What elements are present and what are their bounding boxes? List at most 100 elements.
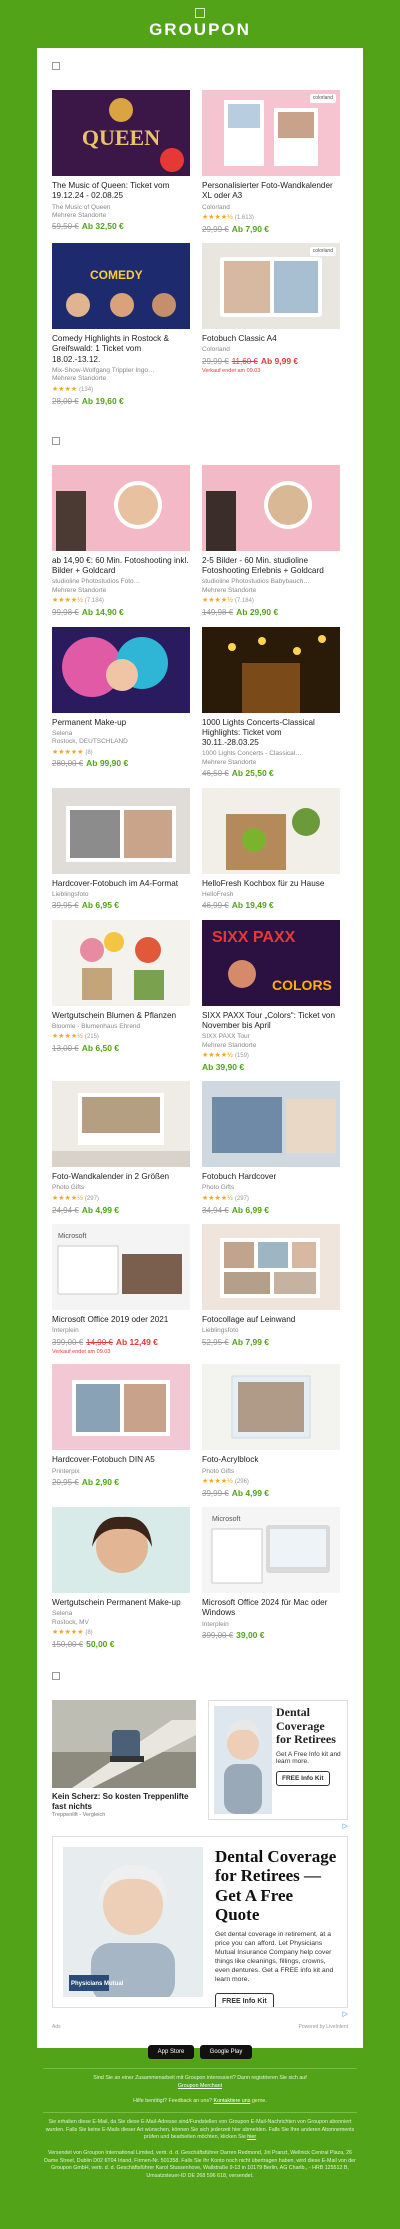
groupon-logo[interactable]: GROUPON (149, 20, 251, 40)
deal-title[interactable]: 1000 Lights Concerts-Classical Highlight… (202, 718, 340, 749)
deal-price-value: Ab 39,90 € (202, 1061, 245, 1072)
deal-card[interactable]: colorland Personalisierter Foto-Wandkalen… (202, 90, 340, 235)
deal-title[interactable]: ab 14,90 €: 60 Min. Fotoshooting inkl. B… (52, 556, 190, 577)
brand-header: GROUPON (0, 0, 400, 48)
stars-icon: ★★★★★ (52, 1629, 84, 1637)
deal-card[interactable]: Wertgutschein Permanent Make-up Selena Ros… (52, 1507, 190, 1650)
deal-card[interactable]: ab 14,90 €: 60 Min. Fotoshooting inkl. B… (52, 464, 190, 619)
deal-image[interactable]: Microsoft (202, 1507, 340, 1594)
original-price: 52,95 € (202, 1337, 229, 1347)
deal-image[interactable] (52, 1507, 190, 1594)
app-promo-title: Hol Dir die kostenlose Groupon-App! (111, 2028, 289, 2039)
deal-title[interactable]: Foto-Acrylblock (202, 1455, 340, 1465)
google-play-button[interactable]: Google Play (200, 2045, 252, 2059)
deal-image[interactable]: COMEDY (52, 243, 190, 330)
deal-image[interactable]: colorland (202, 243, 340, 330)
dental-ad-large-text: Get dental coverage in retirement, at a … (215, 1930, 334, 1984)
deal-title[interactable]: Personalisierter Foto-Wandkalender XL od… (202, 181, 340, 202)
deal-card[interactable]: Fotocollage auf Leinwand Lieblingsfoto 52,… (202, 1224, 340, 1356)
merchant-badge: colorland (309, 94, 336, 103)
deal-card[interactable]: Microsoft Microsoft Office 2024 für Mac o… (202, 1507, 340, 1650)
deal-image[interactable] (52, 787, 190, 874)
free-info-kit-large-button[interactable]: FREE Info Kit (215, 1992, 274, 2008)
deal-title[interactable]: Fotobuch Classic A4 (202, 334, 340, 344)
deal-price-value: Ab 19,49 € (231, 900, 274, 911)
deal-title[interactable]: Permanent Make-up (52, 718, 190, 728)
deal-card[interactable]: 1000 Lights Concerts-Classical Highlight… (202, 626, 340, 780)
deal-card[interactable]: QUEEN The Music of Queen: Ticket vom 19.1… (52, 90, 190, 235)
deal-title[interactable]: 2-5 Bilder - 60 Min. studioline Fotoshoo… (202, 556, 340, 577)
original-price: 20,95 € (52, 1477, 79, 1487)
merchant-question: Sind Sie an einer Zusammenarbeit mit Gro… (93, 2075, 307, 2081)
deal-image[interactable]: QUEEN (52, 90, 190, 176)
sale-ends-note: Verkauf endet am 09.03 (52, 1349, 111, 1356)
deal-title[interactable]: Foto-Wandkalender in 2 Größen (52, 1172, 190, 1182)
deal-image[interactable]: SIXX PAXX COLORS (202, 919, 340, 1006)
deal-card[interactable]: Wertgutschein Blumen & Pflanzen Bloomle -… (52, 919, 190, 1074)
deal-merchant: studioline Photostudios Babybauch… (202, 578, 310, 586)
dental-ad-small[interactable]: Dental Coverage for Retirees Get A Free … (208, 1700, 348, 1821)
deal-card[interactable]: Microsoft Microsoft Office 2019 oder 2021… (52, 1224, 190, 1356)
deal-image[interactable] (202, 464, 340, 551)
groupon-merchant-link[interactable]: Groupon Merchant (178, 2083, 222, 2089)
deal-image[interactable] (202, 1364, 340, 1451)
deal-card[interactable]: Fotobuch Hardcover Photo Gifts ★★★★½ (297)… (202, 1081, 340, 1216)
free-info-kit-button[interactable]: FREE Info Kit (276, 1771, 330, 1786)
deal-card[interactable]: Foto-Acrylblock Photo Gifts ★★★★½ (296) 39,… (202, 1364, 340, 1499)
deal-card[interactable]: SIXX PAXX COLORS SIXX PAXX Tour „Colors“: … (202, 919, 340, 1074)
legal-text: Sie erhalten diese E-Mail, da Sie diese … (45, 2119, 355, 2141)
deal-merchant: HelloFresh (202, 890, 234, 898)
deal-card[interactable]: colorland Fotobuch Classic A4 Colorland 29,… (202, 243, 340, 407)
deal-title[interactable]: HelloFresh Kochbox für zu Hause (202, 879, 340, 889)
dental-ad-small-title: Dental Coverage for Retirees (276, 1705, 336, 1746)
deal-image[interactable] (202, 787, 340, 874)
deal-card[interactable]: HelloFresh Kochbox für zu Hause HelloFres… (202, 787, 340, 912)
deal-title[interactable]: Hardcover-Fotobuch im A4-Format (52, 879, 190, 889)
deal-title[interactable]: Wertgutschein Blumen & Pflanzen (52, 1011, 190, 1021)
deal-price: 280,00 € Ab 99,90 € (52, 758, 190, 769)
deal-card[interactable]: Hardcover-Fotobuch im A4-Format Lieblings… (52, 787, 190, 912)
deal-price-value: 39,00 € (236, 1630, 265, 1641)
deal-image[interactable] (52, 626, 190, 713)
unsubscribe-link[interactable]: hier (247, 2134, 256, 2140)
stairlift-ad[interactable]: Kein Scherz: So kosten Treppenlifte fast… (52, 1700, 196, 1820)
deal-image[interactable] (202, 626, 340, 713)
deal-title[interactable]: Comedy Highlights in Rostock & Greifswal… (52, 334, 190, 365)
deal-image[interactable] (52, 464, 190, 551)
adchoices-icon[interactable]: ▷ (52, 1822, 348, 1830)
deal-card[interactable]: Hardcover-Fotobuch DIN A5 Printerpix 20,95… (52, 1364, 190, 1499)
deal-title[interactable]: SIXX PAXX Tour „Colors“: Ticket von Nove… (202, 1011, 340, 1032)
deal-card[interactable]: 2-5 Bilder - 60 Min. studioline Fotoshoo… (202, 464, 340, 619)
deal-image[interactable] (52, 1364, 190, 1451)
deal-image[interactable]: colorland (202, 90, 340, 176)
deal-card[interactable]: Permanent Make-up Selena Rostock, DEUTSCHL… (52, 626, 190, 780)
deal-image[interactable]: Microsoft (52, 1224, 190, 1311)
merchant-badge: colorland (309, 247, 336, 256)
dental-ad-large[interactable]: Physicians Mutual Dental Coverage for Re… (52, 1836, 348, 2009)
deal-image[interactable] (52, 919, 190, 1006)
contact-link[interactable]: Kontaktiere uns (214, 2098, 251, 2104)
deal-title[interactable]: Wertgutschein Permanent Make-up (52, 1598, 190, 1608)
deal-image[interactable] (202, 1224, 340, 1311)
deal-title[interactable]: Microsoft Office 2019 oder 2021 (52, 1315, 190, 1325)
senior-woman-large-image: Physicians Mutual (63, 1847, 203, 2004)
deal-title[interactable]: Hardcover-Fotobuch DIN A5 (52, 1455, 190, 1465)
original-price: 39,99 € (202, 1488, 229, 1498)
deal-merchant: Lieblingsfoto (202, 1327, 239, 1335)
deal-title[interactable]: Fotocollage auf Leinwand (202, 1315, 340, 1325)
deal-card[interactable]: Foto-Wandkalender in 2 Größen Photo Gifts… (52, 1081, 190, 1216)
original-price: 59,50 € (52, 222, 79, 232)
deal-image[interactable] (52, 1081, 190, 1168)
deal-price-value: Ab 4,99 € (81, 1204, 120, 1215)
deal-card[interactable]: COMEDY Comedy Highlights in Rostock & Gre… (52, 243, 190, 407)
deal-title[interactable]: Fotobuch Hardcover (202, 1172, 340, 1182)
deal-price: 13,00 € Ab 6,50 € (52, 1043, 190, 1054)
deal-image[interactable] (202, 1081, 340, 1168)
deal-price: 20,95 € Ab 2,90 € (52, 1477, 190, 1488)
logo-image-icon (195, 8, 205, 18)
deal-title[interactable]: The Music of Queen: Ticket vom 19.12.24 … (52, 181, 190, 202)
ads-section: Kein Scherz: So kosten Treppenlifte fast… (52, 1700, 348, 2048)
previous-price: 14,90 € (86, 1337, 113, 1347)
app-store-button[interactable]: App Store (148, 2045, 194, 2059)
deal-title[interactable]: Microsoft Office 2024 für Mac oder Windo… (202, 1598, 340, 1619)
